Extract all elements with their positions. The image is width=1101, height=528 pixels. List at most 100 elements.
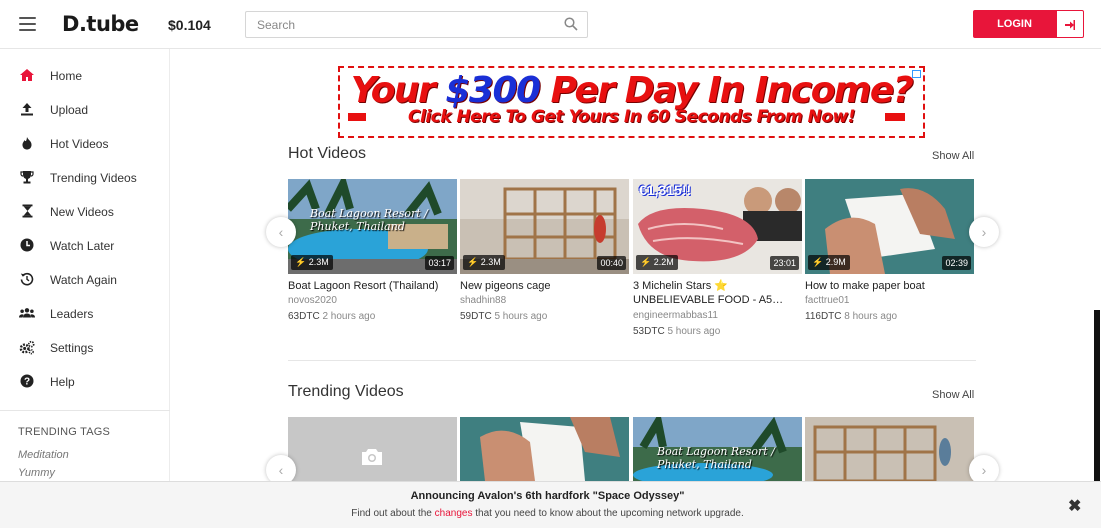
video-thumbnail[interactable]: ⚡ 2.3M 00:40 bbox=[460, 179, 629, 274]
sidebar-item-label: New Videos bbox=[50, 205, 114, 219]
sidebar-item-label: Upload bbox=[50, 103, 89, 117]
trending-videos-show-all[interactable]: Show All bbox=[932, 389, 974, 401]
hot-videos-title: Hot Videos bbox=[288, 145, 366, 162]
users-icon bbox=[19, 305, 35, 321]
sidebar-item-label: Leaders bbox=[50, 307, 94, 321]
hamburger-menu-icon[interactable] bbox=[19, 17, 36, 31]
views-badge: ⚡ 2.2M bbox=[636, 255, 678, 270]
svg-text:?: ? bbox=[24, 377, 30, 388]
help-icon: ? bbox=[19, 373, 35, 389]
section-divider bbox=[288, 360, 976, 361]
login-button[interactable]: LOGIN bbox=[973, 10, 1056, 38]
trending-tags-title: TRENDING TAGS bbox=[18, 426, 111, 438]
video-title[interactable]: Boat Lagoon Resort (Thailand) bbox=[288, 279, 457, 293]
video-thumbnail[interactable] bbox=[460, 417, 629, 481]
video-thumbnail[interactable]: Boat Lagoon Resort / Phuket, Thailand bbox=[633, 417, 802, 481]
history-icon bbox=[19, 271, 35, 287]
sidebar-item-label: Watch Again bbox=[50, 273, 117, 287]
search-icon[interactable] bbox=[564, 17, 578, 31]
video-card[interactable]: Boat Lagoon Resort / Phuket, Thailand bbox=[633, 417, 802, 481]
sidebar-item-trending-videos[interactable]: Trending Videos bbox=[0, 163, 170, 193]
sidebar-item-label: Home bbox=[50, 69, 83, 83]
video-author[interactable]: novos2020 bbox=[288, 295, 337, 306]
hourglass-icon bbox=[19, 203, 35, 219]
ad-banner[interactable]: Your $300 Per Day In Income? Click Here … bbox=[338, 66, 925, 138]
thumbnail-overlay-text: €1,315!! bbox=[639, 182, 692, 198]
duration-badge: 02:39 bbox=[942, 256, 971, 270]
tag-link[interactable]: Meditation bbox=[18, 449, 69, 461]
announcement-bar: Announcing Avalon's 6th hardfork "Space … bbox=[0, 481, 1101, 528]
trending-videos-title: Trending Videos bbox=[288, 383, 404, 400]
video-thumbnail[interactable]: €1,315!! ⚡ 2.2M 23:01 bbox=[633, 179, 802, 274]
video-title[interactable]: How to make paper boat bbox=[805, 279, 974, 293]
ad-headline: Your $300 Per Day In Income? bbox=[340, 70, 923, 111]
views-badge: ⚡ 2.3M bbox=[463, 255, 505, 270]
dtube-logo[interactable]: D.tube bbox=[62, 12, 139, 36]
ad-subline: Click Here To Get Yours In 60 Seconds Fr… bbox=[408, 107, 855, 127]
views-badge: ⚡ 2.9M bbox=[808, 255, 850, 270]
upload-icon bbox=[19, 101, 35, 117]
announcement-text: Find out about the changes that you need… bbox=[351, 508, 744, 519]
video-title[interactable]: New pigeons cage bbox=[460, 279, 629, 293]
video-meta: 63DTC 2 hours ago bbox=[288, 311, 376, 322]
sidebar-item-label: Help bbox=[50, 375, 75, 389]
ad-headline-text: Your $300 Per Day In Income? bbox=[350, 70, 914, 111]
duration-badge: 23:01 bbox=[770, 256, 799, 270]
video-title[interactable]: 3 Michelin Stars ⭐ UNBELIEVABLE FOOD - A… bbox=[633, 279, 802, 307]
sidebar-item-home[interactable]: Home bbox=[0, 61, 170, 91]
clock-icon bbox=[19, 237, 35, 253]
video-thumbnail[interactable] bbox=[805, 417, 974, 481]
top-bar: D.tube $0.104 LOGIN bbox=[0, 0, 1101, 49]
changes-link[interactable]: changes bbox=[435, 508, 473, 519]
sidebar-divider bbox=[0, 410, 170, 411]
sidebar-item-hot-videos[interactable]: Hot Videos bbox=[0, 129, 170, 159]
video-card[interactable]: €1,315!! ⚡ 2.2M 23:01 3 Michelin Stars ⭐… bbox=[633, 179, 802, 337]
scrollbar-thumb[interactable] bbox=[1094, 310, 1100, 481]
carousel-next-button[interactable]: › bbox=[969, 217, 999, 247]
sign-in-icon[interactable] bbox=[1056, 10, 1084, 38]
video-author[interactable]: facttrue01 bbox=[805, 295, 849, 306]
video-meta: 53DTC 5 hours ago bbox=[633, 326, 721, 337]
video-thumbnail-placeholder[interactable] bbox=[288, 417, 457, 481]
video-meta: 59DTC 5 hours ago bbox=[460, 311, 548, 322]
trophy-icon bbox=[19, 169, 35, 185]
video-card[interactable]: ⚡ 2.3M 00:40 New pigeons cage shadhin88 … bbox=[460, 179, 629, 322]
sidebar-item-new-videos[interactable]: New Videos bbox=[0, 197, 170, 227]
video-meta: 116DTC 8 hours ago bbox=[805, 311, 898, 322]
carousel-prev-button[interactable]: ‹ bbox=[266, 217, 296, 247]
video-card[interactable]: Boat Lagoon Resort / Phuket, Thailand ⚡ … bbox=[288, 179, 457, 322]
sidebar-item-settings[interactable]: Settings bbox=[0, 333, 170, 363]
sidebar-item-label: Trending Videos bbox=[50, 171, 137, 185]
sidebar-item-help[interactable]: ? Help bbox=[0, 367, 170, 397]
sidebar-item-label: Settings bbox=[50, 341, 94, 355]
dtube-price: $0.104 bbox=[168, 17, 211, 33]
sidebar-item-leaders[interactable]: Leaders bbox=[0, 299, 170, 329]
views-badge: ⚡ 2.3M bbox=[291, 255, 333, 270]
sidebar: Home Upload Hot Videos Trending Videos N… bbox=[0, 49, 170, 528]
video-author[interactable]: shadhin88 bbox=[460, 295, 506, 306]
sidebar-item-label: Hot Videos bbox=[50, 137, 109, 151]
video-card[interactable] bbox=[460, 417, 629, 481]
video-card[interactable] bbox=[288, 417, 457, 481]
duration-badge: 03:17 bbox=[425, 256, 454, 270]
search-input[interactable] bbox=[246, 12, 546, 37]
video-card[interactable] bbox=[805, 417, 974, 481]
close-icon[interactable]: ✖ bbox=[1068, 496, 1081, 516]
sidebar-item-label: Watch Later bbox=[50, 239, 115, 253]
video-thumbnail[interactable]: ⚡ 2.9M 02:39 bbox=[805, 179, 974, 274]
sidebar-item-upload[interactable]: Upload bbox=[0, 95, 170, 125]
sidebar-item-watch-again[interactable]: Watch Again bbox=[0, 265, 170, 295]
video-thumbnail[interactable]: Boat Lagoon Resort / Phuket, Thailand ⚡ … bbox=[288, 179, 457, 274]
sidebar-item-watch-later[interactable]: Watch Later bbox=[0, 231, 170, 261]
video-card[interactable]: ⚡ 2.9M 02:39 How to make paper boat fact… bbox=[805, 179, 974, 322]
fire-icon bbox=[19, 135, 35, 151]
tag-link[interactable]: Yummy bbox=[18, 467, 55, 479]
hot-videos-show-all[interactable]: Show All bbox=[932, 150, 974, 162]
thumbnail-overlay-text: Boat Lagoon Resort / Phuket, Thailand bbox=[310, 207, 428, 233]
announcement-title: Announcing Avalon's 6th hardfork "Space … bbox=[410, 490, 685, 502]
home-icon bbox=[19, 67, 35, 83]
video-author[interactable]: engineermabbas11 bbox=[633, 310, 718, 321]
search-box bbox=[245, 11, 588, 38]
camera-icon bbox=[362, 449, 382, 465]
ad-choices-icon[interactable] bbox=[912, 70, 921, 78]
